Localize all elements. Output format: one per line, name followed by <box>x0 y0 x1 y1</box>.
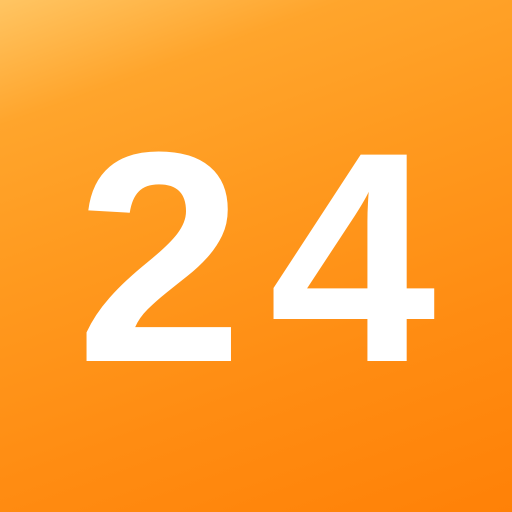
app-icon-tile: 24 <box>0 0 512 512</box>
number-label: 24 <box>76 89 462 425</box>
